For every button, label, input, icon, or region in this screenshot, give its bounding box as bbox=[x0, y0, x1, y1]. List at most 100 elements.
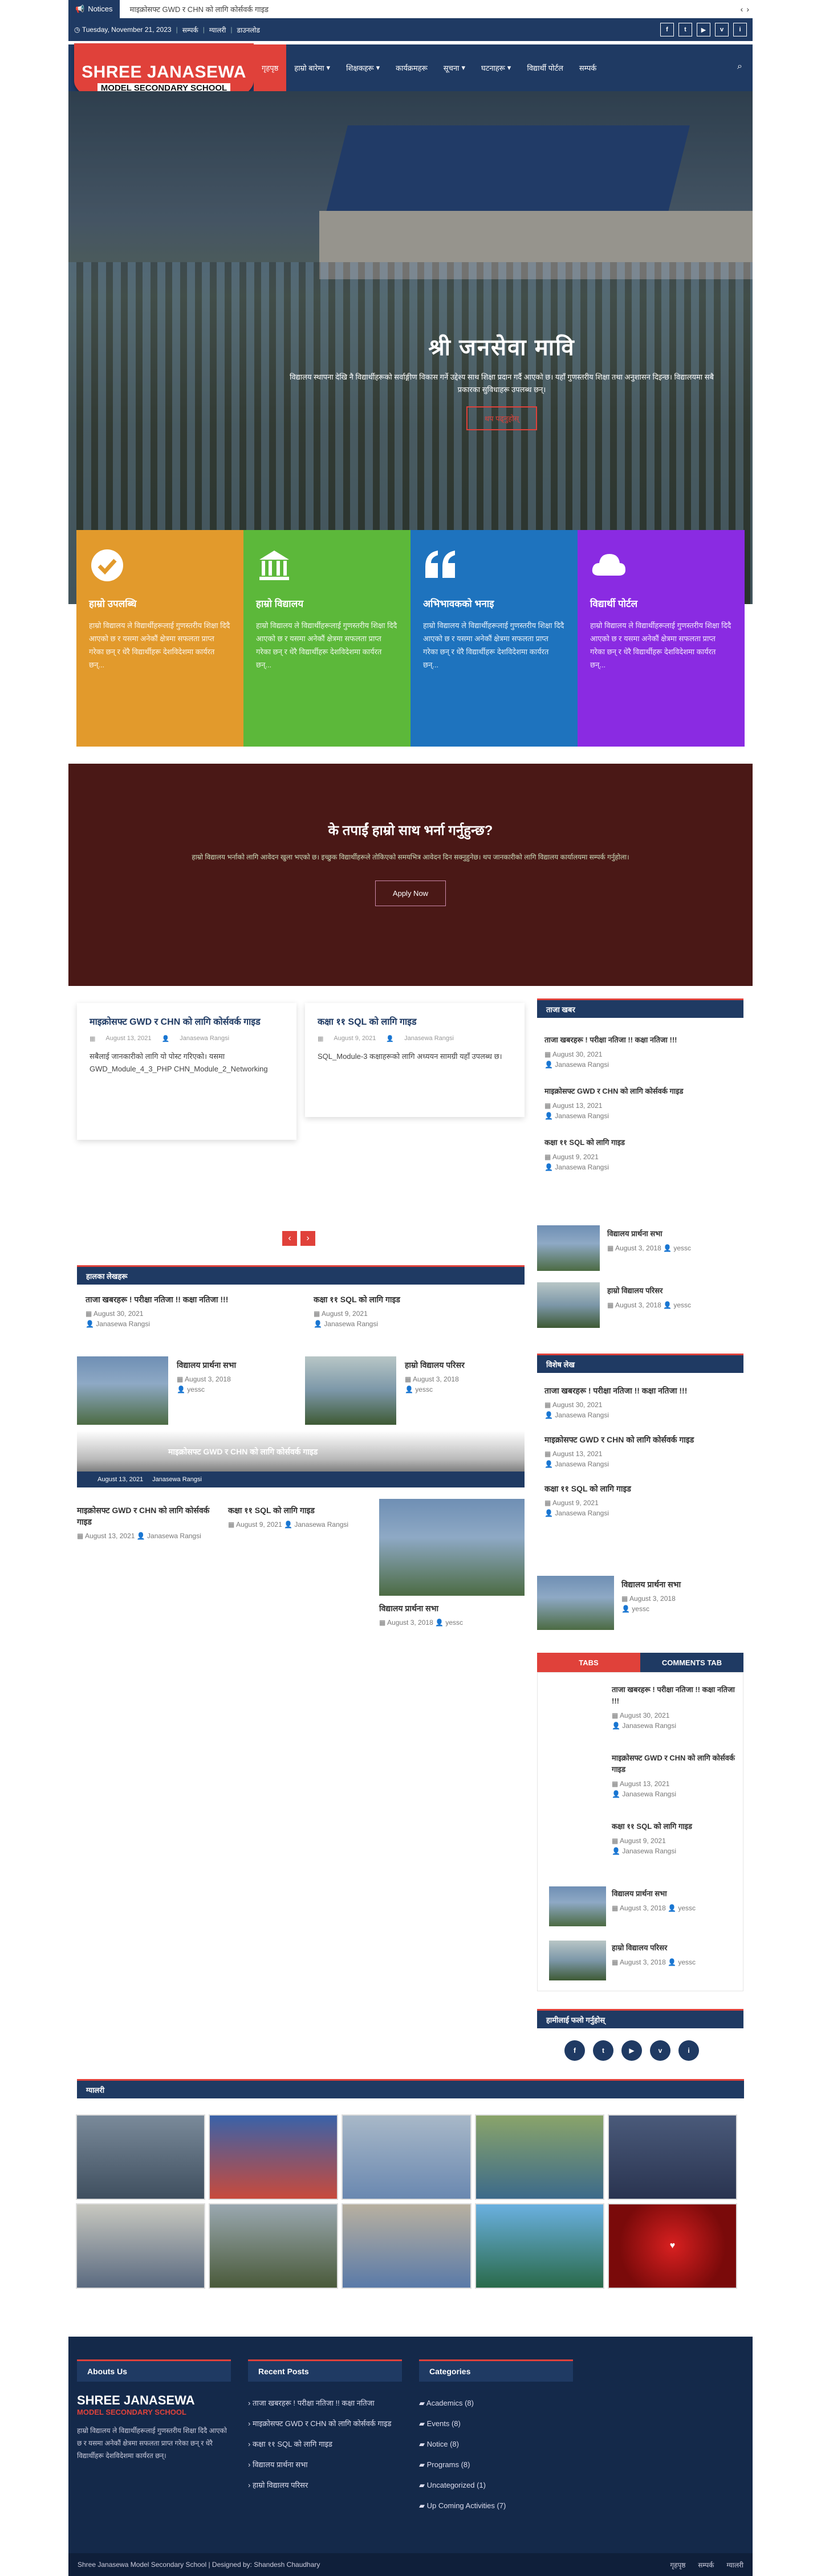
megaphone-icon: 📢 bbox=[75, 4, 85, 13]
youtube-icon[interactable]: ▶ bbox=[621, 2040, 642, 2061]
post-thumbnail[interactable] bbox=[537, 1225, 600, 1271]
notice-ticker[interactable]: माइक्रोसफ्ट GWD र CHN को लागि कोर्सवर्क … bbox=[120, 4, 741, 14]
post-thumbnail[interactable] bbox=[77, 1356, 168, 1425]
feature-box-portal[interactable]: विद्यार्थी पोर्टल हाम्रो विद्यालय ले विद… bbox=[578, 530, 745, 747]
hero-read-more-button[interactable]: थप पढ्नुहोस् bbox=[466, 406, 538, 430]
gallery-photo-heart[interactable]: ♥ bbox=[607, 2203, 737, 2289]
footer-category-item[interactable]: ▰ Academics (8) bbox=[419, 2393, 573, 2414]
footer-category-item[interactable]: ▰ Events (8) bbox=[419, 2414, 573, 2434]
gallery-photo[interactable] bbox=[342, 2203, 472, 2289]
tab-tabs[interactable]: TABS bbox=[537, 1653, 640, 1672]
logo-line1: SHREE JANASEWA bbox=[82, 62, 246, 81]
twitter-icon[interactable]: t bbox=[593, 2040, 613, 2061]
sidebar-post[interactable]: माइक्रोसफ्ट GWD र CHN को लागि कोर्सवर्क … bbox=[544, 1434, 738, 1469]
recent-post[interactable]: विद्यालय प्रार्थना सभा ▦ August 3, 2018 … bbox=[379, 1603, 525, 1628]
post-card[interactable]: कक्षा ११ SQL को लागि गाइड ▦ August 9, 202… bbox=[305, 1003, 525, 1117]
instagram-icon[interactable]: i bbox=[678, 2040, 699, 2061]
calendar-icon: ▦ bbox=[318, 1036, 324, 1042]
top-link-contact[interactable]: सम्पर्क bbox=[182, 25, 198, 35]
footer-recent-item[interactable]: › ताजा खबरहरू ! परीक्षा नतिजा !! कक्षा न… bbox=[248, 2393, 402, 2414]
recent-post[interactable]: कक्षा ११ SQL को लागि गाइड ▦ August 9, 20… bbox=[314, 1294, 485, 1329]
recent-post[interactable]: माइक्रोसफ्ट GWD र CHN को लागि कोर्सवर्क … bbox=[77, 1505, 220, 1541]
sidebar-post[interactable]: कक्षा ११ SQL को लागि गाइड ▦ August 9, 202… bbox=[544, 1137, 738, 1172]
recent-post[interactable]: हाम्रो विद्यालय परिसर ▦ August 3, 2018 👤 … bbox=[405, 1359, 519, 1395]
footer-link-gallery[interactable]: ग्यालरी bbox=[726, 2560, 743, 2570]
post-thumbnail[interactable] bbox=[549, 1941, 606, 1980]
sidebar-post[interactable]: ताजा खबरहरू ! परीक्षा नतिजा !! कक्षा नति… bbox=[544, 1034, 738, 1070]
recent-post[interactable]: विद्यालय प्रार्थना सभा ▦ August 3, 2018 👤… bbox=[177, 1359, 291, 1395]
footer-recent-item[interactable]: › कक्षा ११ SQL को लागि गाइड bbox=[248, 2434, 402, 2455]
chevron-left-icon[interactable]: ‹ bbox=[741, 5, 743, 14]
sidebar-post[interactable]: हाम्रो विद्यालय परिसर ▦ August 3, 2018 👤 … bbox=[612, 1942, 737, 1967]
menu-item-contact[interactable]: सम्पर्क bbox=[571, 44, 604, 91]
top-link-gallery[interactable]: ग्यालरी bbox=[209, 25, 226, 35]
instagram-icon[interactable]: i bbox=[733, 23, 747, 36]
sidebar-post[interactable]: माइक्रोसफ्ट GWD र CHN को लागि कोर्सवर्क … bbox=[612, 1752, 737, 1799]
recent-post[interactable]: कक्षा ११ SQL को लागि गाइड ▦ August 9, 20… bbox=[228, 1505, 371, 1530]
facebook-icon[interactable]: f bbox=[564, 2040, 585, 2061]
recent-post[interactable]: ताजा खबरहरू ! परीक्षा नतिजा !! कक्षा नति… bbox=[86, 1294, 257, 1329]
gallery-photo[interactable] bbox=[76, 2114, 206, 2200]
post-thumbnail[interactable] bbox=[537, 1576, 614, 1630]
post-card-title[interactable]: कक्षा ११ SQL को लागि गाइड bbox=[318, 1016, 512, 1029]
footer-recent-item[interactable]: › माइक्रोसफ्ट GWD र CHN को लागि कोर्सवर्… bbox=[248, 2414, 402, 2434]
post-thumbnail[interactable] bbox=[537, 1282, 600, 1328]
feature-title: विद्यार्थी पोर्टल bbox=[590, 598, 638, 609]
menu-item-programs[interactable]: कार्यक्रमहरू bbox=[388, 44, 436, 91]
sidebar-post[interactable]: ताजा खबरहरू ! परीक्षा नतिजा !! कक्षा नति… bbox=[612, 1684, 737, 1731]
menu-item-about[interactable]: हाम्रो बारेमा ▾ bbox=[286, 44, 338, 91]
youtube-icon[interactable]: ▶ bbox=[697, 23, 710, 36]
gallery-photo[interactable] bbox=[474, 2203, 604, 2289]
vimeo-icon[interactable]: v bbox=[715, 23, 729, 36]
sidebar-post[interactable]: कक्षा ११ SQL को लागि गाइड ▦ August 9, 202… bbox=[544, 1483, 738, 1518]
gallery-photo[interactable] bbox=[607, 2114, 737, 2200]
footer-recent-item[interactable]: › विद्यालय प्रार्थना सभा bbox=[248, 2455, 402, 2475]
apply-now-button[interactable]: Apply Now bbox=[375, 881, 446, 906]
gallery-photo[interactable] bbox=[342, 2114, 472, 2200]
facebook-icon[interactable]: f bbox=[660, 23, 674, 36]
post-card[interactable]: माइक्रोसफ्ट GWD र CHN को लागि कोर्सवर्क … bbox=[77, 1003, 296, 1140]
gallery-photo[interactable] bbox=[209, 2203, 339, 2289]
footer-recent-item[interactable]: › हाम्रो विद्यालय परिसर bbox=[248, 2475, 402, 2496]
feature-title: हाम्रो विद्यालय bbox=[256, 598, 304, 609]
next-arrow-icon[interactable]: › bbox=[300, 1231, 315, 1246]
post-slider[interactable]: माइक्रोसफ्ट GWD र CHN को लागि कोर्सवर्क … bbox=[77, 1430, 525, 1487]
gallery-photo[interactable] bbox=[474, 2114, 604, 2200]
footer-category-item[interactable]: ▰ Programs (8) bbox=[419, 2455, 573, 2475]
sidebar-post[interactable]: ताजा खबरहरू ! परीक्षा नतिजा !! कक्षा नति… bbox=[544, 1385, 738, 1420]
post-thumbnail[interactable] bbox=[379, 1499, 525, 1596]
footer-link-home[interactable]: गृहपृष्ठ bbox=[670, 2560, 685, 2570]
sidebar-post[interactable]: हाम्रो विद्यालय परिसर ▦ August 3, 2018 👤 … bbox=[607, 1285, 738, 1310]
feature-box-school[interactable]: हाम्रो विद्यालय हाम्रो विद्यालय ले विद्य… bbox=[243, 530, 410, 747]
footer-link-contact[interactable]: सम्पर्क bbox=[698, 2560, 714, 2570]
footer-category-item[interactable]: ▰ Uncategorized (1) bbox=[419, 2475, 573, 2496]
sidebar-post[interactable]: माइक्रोसफ्ट GWD र CHN को लागि कोर्सवर्क … bbox=[544, 1086, 738, 1121]
feature-box-achievement[interactable]: हाम्रो उपलब्धि हाम्रो विद्यालय ले विद्या… bbox=[76, 530, 243, 747]
sidebar-post[interactable]: विद्यालय प्रार्थना सभा ▦ August 3, 2018 👤 … bbox=[621, 1579, 741, 1614]
menu-item-events[interactable]: घटनाहरू ▾ bbox=[473, 44, 519, 91]
gallery-photo[interactable] bbox=[76, 2203, 206, 2289]
chevron-right-icon[interactable]: › bbox=[746, 5, 749, 14]
gallery-photo[interactable] bbox=[209, 2114, 339, 2200]
menu-item-teachers[interactable]: शिक्षकहरू ▾ bbox=[338, 44, 388, 91]
vimeo-icon[interactable]: v bbox=[650, 2040, 670, 2061]
post-card-title[interactable]: माइक्रोसफ्ट GWD र CHN को लागि कोर्सवर्क … bbox=[90, 1016, 284, 1029]
notice-bar: 📢 Notices माइक्रोसफ्ट GWD र CHN को लागि … bbox=[68, 0, 753, 18]
post-thumbnail[interactable] bbox=[305, 1356, 396, 1425]
tab-comments[interactable]: COMMENTS TAB bbox=[640, 1653, 743, 1672]
sidebar-post[interactable]: विद्यालय प्रार्थना सभा ▦ August 3, 2018 👤… bbox=[607, 1228, 738, 1253]
top-link-download[interactable]: डाउनलोड bbox=[237, 25, 260, 35]
prev-arrow-icon[interactable]: ‹ bbox=[282, 1231, 297, 1246]
feature-box-testimonial[interactable]: अभिभावकको भनाइ हाम्रो विद्यालय ले विद्या… bbox=[410, 530, 578, 747]
twitter-icon[interactable]: t bbox=[678, 23, 692, 36]
menu-item-student-portal[interactable]: विद्यार्थी पोर्टल bbox=[519, 44, 571, 91]
search-icon[interactable]: ⌕ bbox=[737, 62, 742, 72]
footer-category-item[interactable]: ▰ Notice (8) bbox=[419, 2434, 573, 2455]
post-thumbnail[interactable] bbox=[549, 1886, 606, 1926]
sidebar-post[interactable]: विद्यालय प्रार्थना सभा ▦ August 3, 2018 👤… bbox=[612, 1888, 737, 1913]
slider-caption[interactable]: माइक्रोसफ्ट GWD र CHN को लागि कोर्सवर्क … bbox=[168, 1446, 318, 1457]
menu-item-notice[interactable]: सूचना ▾ bbox=[436, 44, 473, 91]
menu-item-home[interactable]: गृहपृष्ठ bbox=[254, 44, 287, 91]
footer-category-item[interactable]: ▰ Up Coming Activities (7) bbox=[419, 2496, 573, 2516]
sidebar-post[interactable]: कक्षा ११ SQL को लागि गाइड ▦ August 9, 202… bbox=[612, 1821, 737, 1856]
